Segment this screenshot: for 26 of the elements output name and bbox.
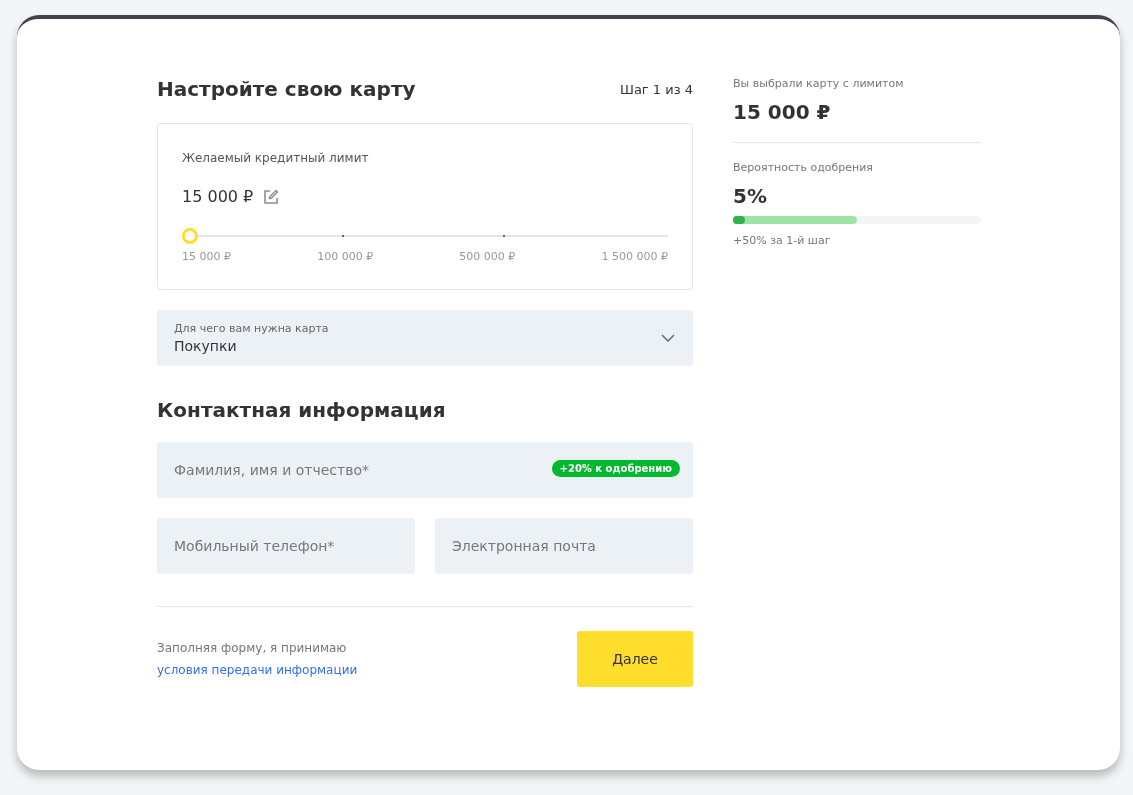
tick-mark [502, 235, 505, 237]
chevron-down-icon [661, 334, 675, 342]
tick-label: 500 000 ₽ [459, 250, 516, 263]
approval-value: 5% [733, 184, 768, 208]
bonus-note: +50% за 1-й шаг [733, 234, 832, 247]
tick-label: 100 000 ₽ [317, 250, 374, 263]
limit-caption: Вы выбрали карту с лимитом [733, 77, 905, 90]
consent-text: Заполняя форму, я принимаю условия передачи информации [157, 640, 359, 679]
selected-limit: 15 000 ₽ [733, 100, 832, 124]
email-field[interactable]: Электронная почта [435, 518, 693, 574]
tick-label: 15 000 ₽ [182, 250, 231, 263]
tick-mark [342, 235, 345, 237]
limit-value: 15 000 ₽ [182, 187, 254, 206]
edit-icon[interactable] [263, 188, 280, 205]
tick-label: 1 500 000 ₽ [601, 250, 668, 263]
phone-field[interactable]: Мобильный телефон* [157, 518, 415, 574]
section-title: Контактная информация [157, 398, 447, 422]
form-title: Настройте свою карту [157, 77, 416, 101]
purpose-select[interactable]: Для чего вам нужна карта Покупки [157, 310, 693, 366]
step-counter: Шаг 1 из 4 [620, 81, 693, 97]
terms-link[interactable]: условия передачи информации [157, 663, 358, 677]
limit-label: Желаемый кредитный лимит [182, 151, 370, 165]
approval-caption: Вероятность одобрения [733, 161, 874, 174]
next-button[interactable]: Далее [577, 631, 693, 687]
approval-badge: +20% к одобрению [551, 460, 680, 477]
slider-thumb[interactable] [182, 228, 198, 244]
